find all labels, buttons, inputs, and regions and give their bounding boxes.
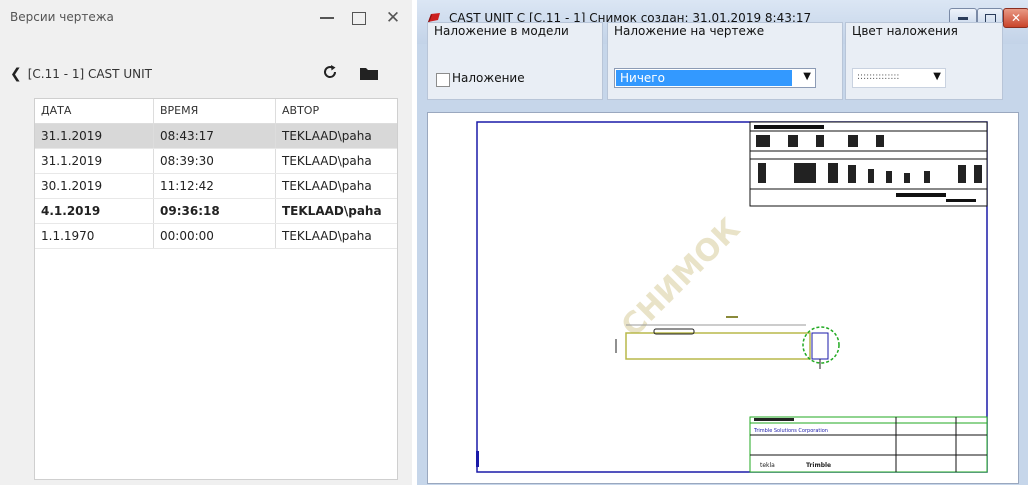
cell-author: TEKLAAD\paha: [282, 179, 372, 193]
column-header-date[interactable]: ДАТА: [35, 99, 154, 123]
cell-time: 08:43:17: [154, 124, 276, 148]
trimble-logo-text: Trimble: [806, 462, 831, 469]
versions-titlebar: Версии чертежа ✕: [0, 0, 412, 44]
refresh-button[interactable]: [318, 60, 342, 84]
close-icon: ✕: [385, 8, 401, 28]
overlay-color-group: Цвет наложения :::::::::::::: ▼: [845, 22, 1003, 100]
close-icon: ✕: [1010, 11, 1022, 25]
snapshot-window: CAST UNIT C [C.11 - 1] Снимок создан: 31…: [417, 0, 1028, 485]
versions-title: Версии чертежа: [10, 10, 114, 24]
overlay-color-label: Цвет наложения: [852, 24, 958, 38]
drawing-overlay-group: Наложение на чертеже Ничего ▼: [607, 22, 843, 100]
cell-date: 30.1.2019: [35, 174, 154, 198]
table-row[interactable]: 4.1.2019 09:36:18 TEKLAAD\paha: [35, 199, 397, 224]
revision-block: [749, 121, 988, 207]
line-pattern-swatch: ::::::::::::::: [857, 72, 900, 82]
chevron-down-icon: ▼: [933, 71, 941, 82]
model-overlay-label: Наложение в модели: [434, 24, 569, 38]
folder-icon: [360, 68, 378, 80]
cell-author: TEKLAAD\paha: [282, 154, 372, 168]
table-row[interactable]: 1.1.1970 00:00:00 TEKLAAD\paha: [35, 224, 397, 249]
overlay-checkbox-label[interactable]: Наложение: [452, 71, 525, 85]
cell-author: TEKLAAD\paha: [282, 129, 372, 143]
breadcrumb-label: [C.11 - 1] CAST UNIT: [27, 67, 152, 81]
cell-date: 1.1.1970: [35, 224, 154, 248]
cell-author: TEKLAAD\paha: [282, 204, 382, 218]
drawing-canvas[interactable]: СНИМОК Trimble Solutions Corporation tek…: [427, 112, 1019, 484]
title-block: Trimble Solutions Corporation tekla Trim…: [749, 416, 988, 473]
model-overlay-group: Наложение в модели Наложение: [427, 22, 603, 100]
cell-date: 31.1.2019: [35, 124, 154, 148]
window-close-button[interactable]: ✕: [1003, 8, 1028, 28]
cell-author: TEKLAAD\paha: [282, 229, 372, 243]
table-row[interactable]: 30.1.2019 11:12:42 TEKLAAD\paha: [35, 174, 397, 199]
minimize-icon: [320, 17, 334, 19]
close-button[interactable]: ✕: [378, 4, 408, 32]
tekla-logo-text: tekla: [760, 462, 775, 469]
drawing-sheet: СНИМОК Trimble Solutions Corporation tek…: [476, 121, 988, 473]
cell-date: 31.1.2019: [35, 149, 154, 173]
versions-panel: Версии чертежа ✕ ❮ [C.11 - 1] CAST UNIT …: [0, 0, 412, 485]
folder-button[interactable]: [358, 62, 380, 84]
cell-time: 11:12:42: [154, 174, 276, 198]
chevron-down-icon: ▼: [803, 71, 811, 82]
chevron-left-icon[interactable]: ❮: [10, 66, 22, 82]
maximize-button[interactable]: [344, 4, 374, 32]
overlay-checkbox[interactable]: [436, 73, 450, 87]
column-header-author[interactable]: АВТОР: [276, 99, 397, 123]
table-header: ДАТА ВРЕМЯ АВТОР: [35, 99, 397, 124]
column-header-time[interactable]: ВРЕМЯ: [154, 99, 276, 123]
cell-time: 08:39:30: [154, 149, 276, 173]
minimize-button[interactable]: [312, 4, 342, 32]
overlay-color-select[interactable]: :::::::::::::: ▼: [852, 68, 946, 88]
cell-date: 4.1.2019: [35, 199, 154, 223]
minimize-icon: [958, 16, 968, 20]
refresh-icon: [324, 65, 337, 78]
company-name: Trimble Solutions Corporation: [753, 428, 828, 434]
maximize-icon: [352, 11, 366, 25]
versions-table: ДАТА ВРЕМЯ АВТОР 31.1.2019 08:43:17 TEKL…: [34, 98, 398, 480]
drawing-overlay-value: Ничего: [616, 70, 792, 86]
drawing-overlay-select[interactable]: Ничего ▼: [614, 68, 816, 88]
breadcrumb[interactable]: ❮ [C.11 - 1] CAST UNIT: [10, 66, 152, 82]
table-row[interactable]: 31.1.2019 08:43:17 TEKLAAD\paha: [35, 124, 397, 149]
cast-unit-beam: [615, 316, 840, 369]
table-row[interactable]: 31.1.2019 08:39:30 TEKLAAD\paha: [35, 149, 397, 174]
cell-time: 00:00:00: [154, 224, 276, 248]
cell-time: 09:36:18: [154, 199, 276, 223]
watermark: СНИМОК: [615, 211, 748, 344]
drawing-overlay-label: Наложение на чертеже: [614, 24, 765, 38]
